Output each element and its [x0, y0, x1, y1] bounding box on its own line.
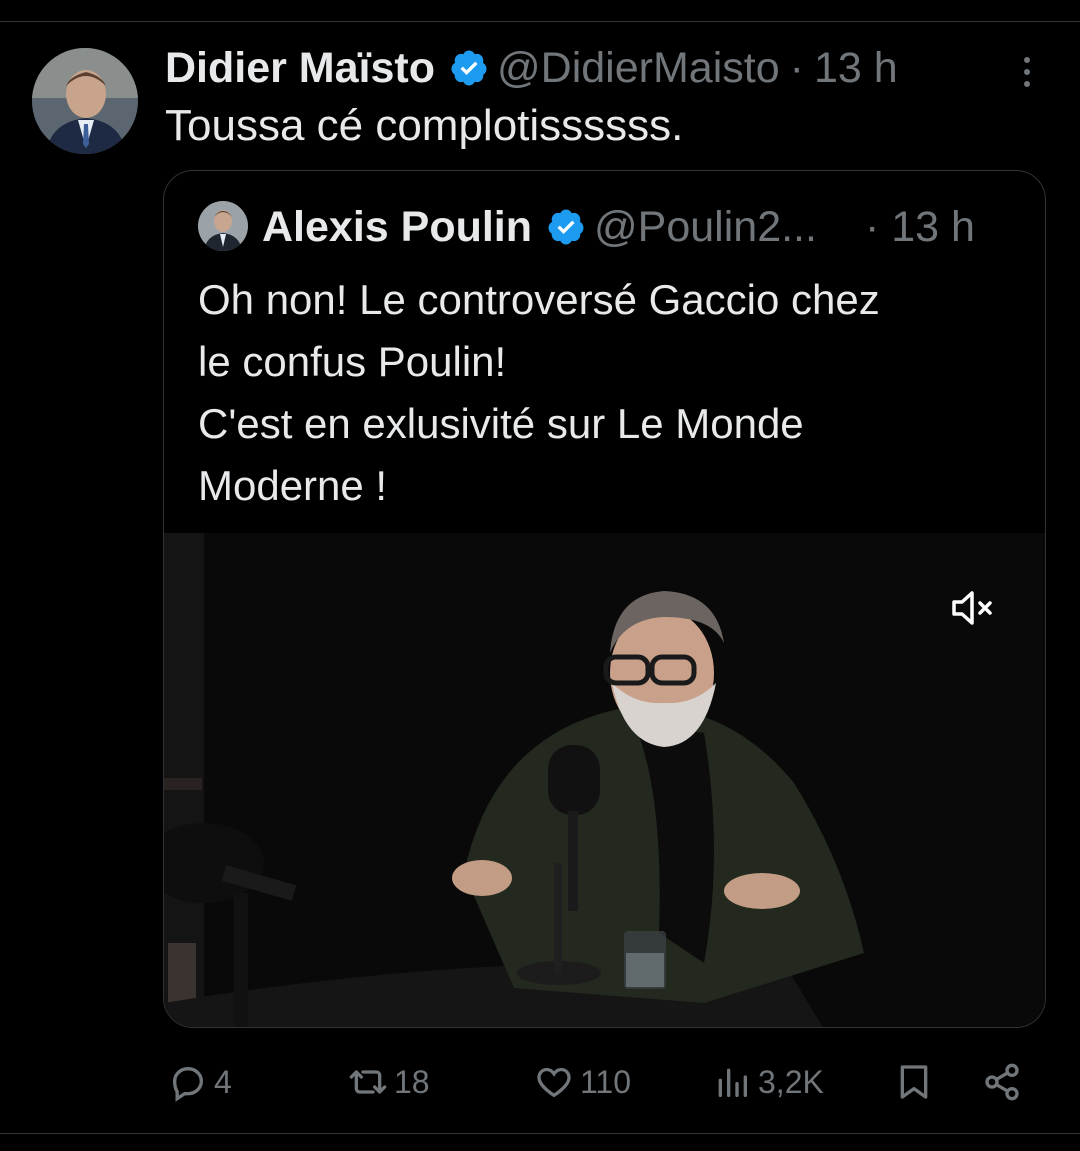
retweet-button[interactable]: 18	[348, 1052, 430, 1112]
video-player[interactable]	[164, 533, 1045, 1027]
like-button[interactable]: 110	[534, 1052, 631, 1112]
views-button[interactable]: 3,2K	[712, 1052, 824, 1112]
more-options-icon[interactable]	[1014, 52, 1040, 92]
quoted-text-line: Oh non! Le controversé Gaccio chez	[198, 276, 880, 323]
mute-icon[interactable]	[948, 585, 1004, 631]
retweet-count: 18	[394, 1063, 430, 1100]
verified-badge-icon	[548, 209, 584, 245]
separator-dot: ·	[789, 43, 804, 92]
bottom-divider	[0, 1133, 1080, 1134]
quoted-tweet-time[interactable]: · 13 h	[865, 203, 975, 252]
verified-badge-icon	[451, 50, 487, 86]
reply-button[interactable]: 4	[168, 1052, 232, 1112]
bookmark-button[interactable]	[894, 1052, 934, 1112]
views-count: 3,2K	[758, 1063, 824, 1100]
reply-count: 4	[214, 1063, 232, 1100]
tweet-header: Didier Maïsto @DidierMaisto · 13 h	[165, 38, 898, 98]
quoted-tweet-card[interactable]: Alexis Poulin @Poulin2... · 13 h Oh non!…	[163, 170, 1046, 1028]
share-icon	[985, 1063, 1019, 1101]
quoted-author-handle[interactable]: @Poulin2...	[594, 203, 817, 252]
author-avatar[interactable]	[32, 48, 138, 154]
views-icon	[718, 1068, 747, 1097]
quoted-author-avatar[interactable]	[198, 201, 248, 251]
video-frame	[164, 533, 1045, 1027]
quoted-text-line: Moderne !	[198, 462, 388, 509]
tweet-text: Toussa cé complotissssss.	[165, 101, 684, 150]
top-divider	[0, 21, 1080, 22]
share-button[interactable]	[982, 1052, 1022, 1112]
bookmark-icon	[900, 1065, 928, 1099]
quoted-text-line: C'est en exlusivité sur Le Monde	[198, 400, 804, 447]
quoted-text-line: le confus Poulin!	[198, 338, 507, 385]
quoted-author-name[interactable]: Alexis Poulin	[262, 203, 532, 252]
retweet-icon	[349, 1070, 387, 1094]
author-handle[interactable]: @DidierMaisto	[497, 44, 780, 93]
like-icon	[537, 1067, 571, 1098]
tweet-time[interactable]: 13 h	[814, 44, 898, 93]
quoted-tweet-text: Oh non! Le controversé Gaccio chez le co…	[198, 269, 1018, 517]
like-count: 110	[580, 1063, 632, 1100]
quoted-tweet-header: Alexis Poulin @Poulin2... · 13 h	[262, 197, 1022, 257]
author-name[interactable]: Didier Maïsto	[165, 44, 435, 93]
reply-icon	[172, 1066, 204, 1102]
action-bar: 4 18 110 3,2K	[0, 1052, 1080, 1112]
